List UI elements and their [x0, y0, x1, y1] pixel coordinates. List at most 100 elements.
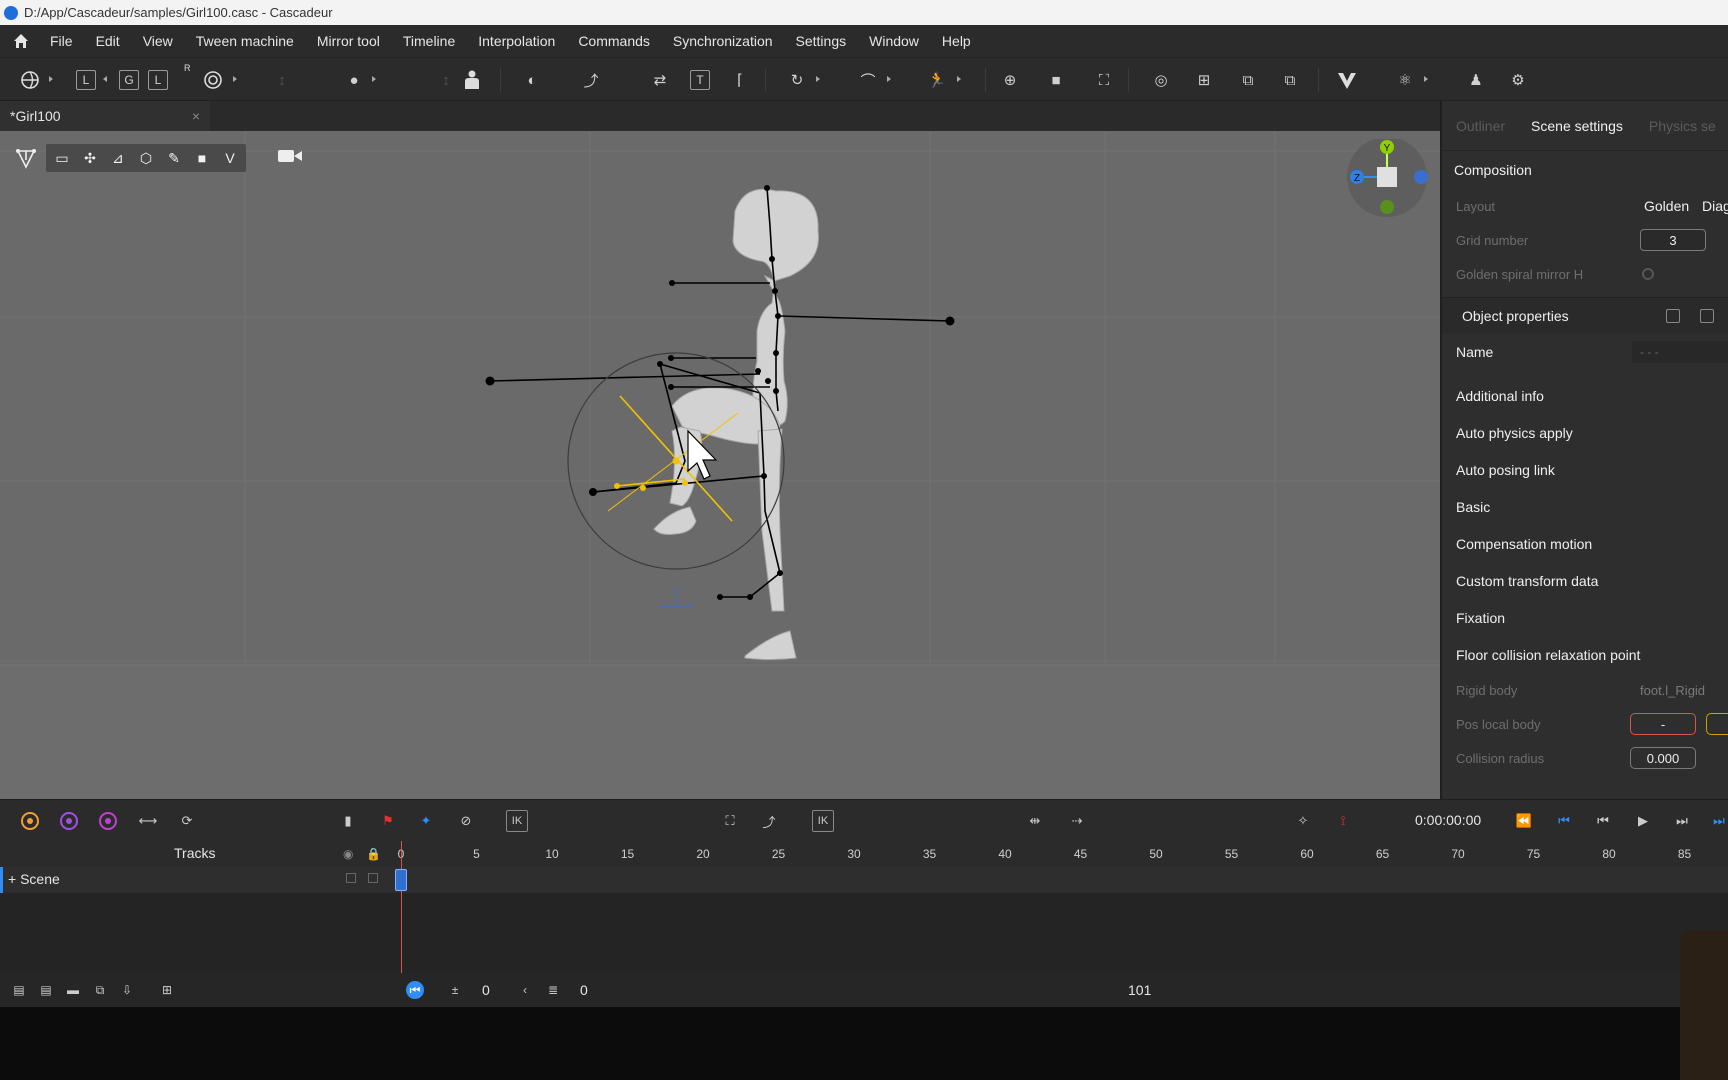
ik-button-2[interactable]: IK — [812, 810, 834, 832]
split-icon[interactable]: ⊞ — [158, 981, 176, 999]
group-basic[interactable]: Basic — [1442, 488, 1728, 525]
cube-icon[interactable]: ■ — [188, 144, 216, 172]
lock-icon[interactable]: 🔒 — [366, 847, 381, 861]
mesh-select-icon[interactable]: ⬡ — [132, 144, 160, 172]
grid-number-field[interactable]: 3 — [1640, 229, 1706, 251]
layout-golden-option[interactable]: Golden — [1644, 198, 1689, 214]
menu-mirror-tool[interactable]: Mirror tool — [317, 33, 380, 49]
spiral-icon[interactable] — [201, 68, 225, 92]
play-icon[interactable]: ▶ — [1632, 810, 1654, 832]
key-selected-icon[interactable] — [58, 810, 80, 832]
composition-title[interactable]: Composition — [1442, 151, 1728, 189]
book-icon[interactable]: ▮ — [337, 810, 359, 832]
menu-timeline[interactable]: Timeline — [403, 33, 455, 49]
menu-synchronization[interactable]: Synchronization — [673, 33, 773, 49]
rotation-gizmo[interactable] — [567, 352, 785, 570]
spiral-2-icon[interactable]: ◎ — [1149, 68, 1173, 92]
go-start-icon[interactable]: ⏮ — [406, 981, 424, 999]
key-all-icon[interactable] — [19, 810, 41, 832]
scene-track-label[interactable]: + Scene — [8, 871, 60, 887]
menu-window[interactable]: Window — [869, 33, 919, 49]
menu-tween-machine[interactable]: Tween machine — [196, 33, 294, 49]
run-icon[interactable]: 🏃 — [925, 68, 949, 92]
tab-scene-settings[interactable]: Scene settings — [1531, 118, 1623, 134]
scene-visibility-checkbox[interactable] — [346, 873, 356, 883]
prev-icon[interactable]: ‹ — [516, 981, 534, 999]
rigid-body-value[interactable]: foot.l_Rigid — [1640, 683, 1705, 698]
wrench-icon[interactable]: ✦ — [415, 810, 437, 832]
pivot-mode-icon[interactable] — [18, 68, 42, 92]
add-track-icon[interactable]: ▤ — [37, 981, 55, 999]
start-frame-value[interactable]: 0 — [482, 982, 490, 998]
interpolation-icon[interactable]: ⤴ — [579, 68, 603, 92]
fit-icon[interactable]: ⛶ — [719, 810, 741, 832]
orientation-gizmo[interactable]: Y Z — [1340, 139, 1440, 219]
menu-file[interactable]: File — [50, 33, 73, 49]
arc-icon[interactable]: ⌒ — [856, 68, 880, 92]
layout-diagonal-option[interactable]: Diag — [1702, 198, 1728, 214]
time-display[interactable]: 0:00:00:00 — [1415, 812, 1481, 828]
collision-radius-field[interactable]: 0.000 — [1630, 747, 1696, 769]
duplicate-track-icon[interactable]: ⧉ — [91, 981, 109, 999]
key-interval-icon[interactable] — [97, 810, 119, 832]
remove-track-icon[interactable]: ▬ — [64, 981, 82, 999]
group-compensation-motion[interactable]: Compensation motion — [1442, 525, 1728, 562]
disable-icon[interactable]: ⊘ — [455, 810, 477, 832]
move-icon[interactable]: ↕ — [434, 68, 458, 92]
playhead-knob[interactable] — [395, 869, 407, 891]
flag-icon[interactable]: ⚑ — [377, 810, 399, 832]
local-space-button[interactable]: L — [76, 70, 96, 90]
menu-edit[interactable]: Edit — [96, 33, 120, 49]
timeline-ruler[interactable]: 0510152025303540455055606570758085 — [392, 841, 1728, 867]
eraser-icon[interactable]: ◐ — [520, 68, 544, 92]
current-frame-value[interactable]: 0 — [580, 982, 588, 998]
import-track-icon[interactable]: ⇩ — [118, 981, 136, 999]
path-icon[interactable]: ⇢ — [1066, 810, 1088, 832]
document-tab[interactable]: *Girl100 × — [0, 101, 210, 131]
physics-icon[interactable]: ⚛ — [1393, 68, 1417, 92]
global-space-button[interactable]: G — [119, 70, 139, 90]
menu-interpolation[interactable]: Interpolation — [478, 33, 555, 49]
cascadeur-select-icon[interactable]: V — [216, 144, 244, 172]
paste-icon[interactable]: ⧉ — [1278, 68, 1302, 92]
playhead-marker-icon[interactable]: ⟟ — [1332, 810, 1354, 832]
pos-local-body-x-field[interactable]: - — [1630, 713, 1696, 735]
menu-settings[interactable]: Settings — [796, 33, 847, 49]
select-joints-icon[interactable] — [12, 144, 40, 172]
group-auto-physics-apply[interactable]: Auto physics apply — [1442, 414, 1728, 451]
menu-help[interactable]: Help — [942, 33, 971, 49]
key-range-icon[interactable]: ⟷ — [137, 810, 159, 832]
object-properties-header[interactable]: Object properties — [1442, 297, 1728, 333]
group-fixation[interactable]: Fixation — [1442, 599, 1728, 636]
golden-spiral-toggle[interactable] — [1642, 268, 1654, 280]
expand-icon[interactable] — [1700, 309, 1714, 323]
list-icon[interactable]: ≣ — [544, 981, 562, 999]
frame-icon[interactable]: ⛶ — [1092, 68, 1116, 92]
group-auto-posing-link[interactable]: Auto posing link — [1442, 451, 1728, 488]
menu-commands[interactable]: Commands — [578, 33, 650, 49]
3d-viewport[interactable]: ▭ ✣ ⊿ ⬡ ✎ ■ V Y Z — [0, 131, 1440, 799]
pen-select-icon[interactable]: ✎ — [160, 144, 188, 172]
viewport-camera-icon[interactable] — [278, 148, 306, 167]
text-icon[interactable]: T — [690, 70, 710, 90]
scene-canvas[interactable] — [0, 131, 1440, 799]
local-space-button-2[interactable]: L — [148, 70, 168, 90]
loop-icon[interactable]: ⟳ — [176, 810, 198, 832]
plus-minus-icon[interactable]: ± — [446, 981, 464, 999]
scene-lock-checkbox[interactable] — [368, 873, 378, 883]
move-up-icon[interactable]: ↕ — [270, 68, 294, 92]
bones-select-icon[interactable]: ✣ — [76, 144, 104, 172]
group-custom-transform-data[interactable]: Custom transform data — [1442, 562, 1728, 599]
cascadeur-logo-icon[interactable] — [1335, 68, 1359, 92]
rectangle-select-icon[interactable]: ▭ — [48, 144, 76, 172]
tab-outliner[interactable]: Outliner — [1456, 118, 1505, 134]
point-icon[interactable]: ● — [342, 68, 366, 92]
ik-button[interactable]: IK — [506, 810, 528, 832]
next-frame-icon[interactable]: ⏭ — [1671, 810, 1693, 832]
target-icon[interactable]: ⊕ — [998, 68, 1022, 92]
menu-view[interactable]: View — [143, 33, 173, 49]
auto-key-icon[interactable]: ✧ — [1292, 810, 1314, 832]
group-floor-collision[interactable]: Floor collision relaxation point — [1442, 636, 1728, 673]
group-additional-info[interactable]: Additional info — [1442, 377, 1728, 414]
figure-2-icon[interactable]: ⚙ — [1506, 68, 1530, 92]
